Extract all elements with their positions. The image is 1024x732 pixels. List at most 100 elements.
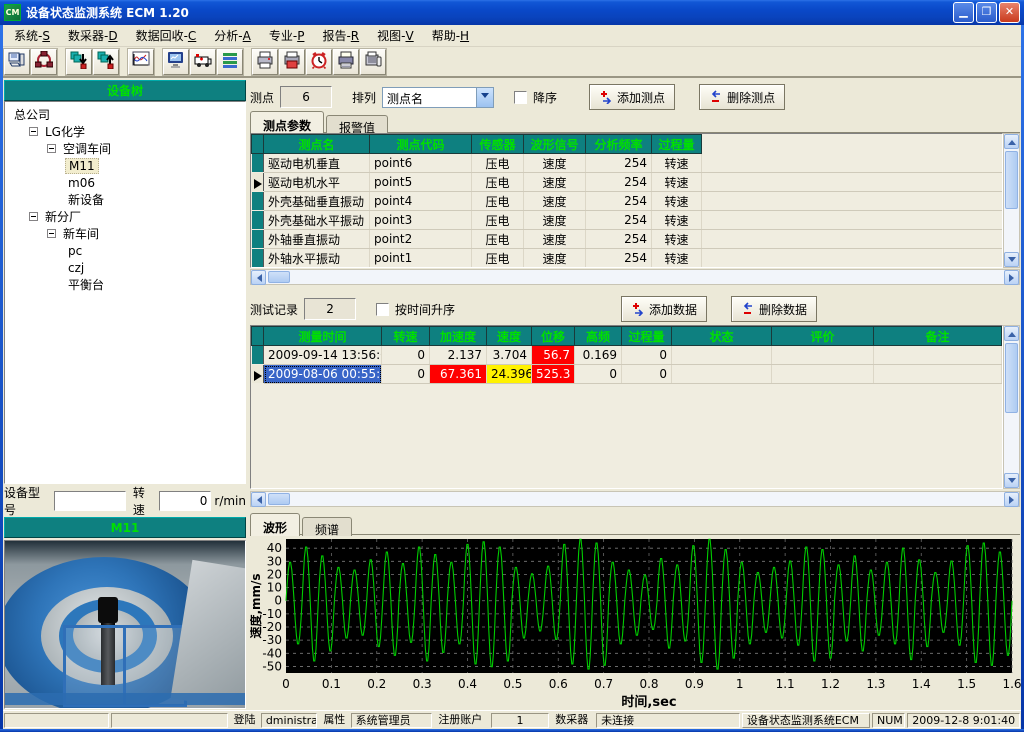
scroll-down-button[interactable] bbox=[1004, 473, 1019, 488]
row-selector[interactable] bbox=[252, 365, 264, 384]
tree-node-新设备[interactable]: 新设备 bbox=[7, 191, 243, 208]
table-row[interactable]: 驱动电机水平point5压电速度254转速 bbox=[252, 173, 1003, 192]
column-header[interactable]: 过程量 bbox=[622, 327, 672, 346]
scroll-left-button[interactable] bbox=[251, 270, 266, 285]
device-model-input[interactable] bbox=[54, 491, 126, 511]
add-data-button[interactable]: 添加数据 bbox=[621, 296, 707, 322]
point-table[interactable]: 测点名测点代码传感器波形信号分析频率过程量驱动电机垂直point6压电速度254… bbox=[250, 133, 1003, 268]
record-table-hscrollbar[interactable] bbox=[250, 491, 1020, 507]
scroll-up-button[interactable] bbox=[1004, 134, 1019, 149]
column-header[interactable]: 测点名 bbox=[264, 135, 370, 154]
tree-node-label[interactable]: 新车间 bbox=[60, 225, 102, 242]
tree-node-label[interactable]: 空调车间 bbox=[60, 140, 114, 157]
menu-item[interactable]: 分析-A bbox=[206, 25, 259, 46]
scroll-left-button[interactable] bbox=[251, 492, 266, 507]
column-header[interactable]: 波形信号 bbox=[524, 135, 586, 154]
monitor-chart-button[interactable] bbox=[163, 49, 189, 75]
print-report-button[interactable] bbox=[333, 49, 359, 75]
scroll-thumb[interactable] bbox=[268, 271, 290, 283]
tree-node-新分厂[interactable]: 新分厂 bbox=[7, 208, 243, 225]
combobox-dropdown-button[interactable] bbox=[476, 88, 493, 107]
row-selector[interactable] bbox=[252, 173, 264, 192]
tree-node-label[interactable]: 新分厂 bbox=[42, 208, 84, 225]
sort-combobox[interactable]: 测点名 bbox=[382, 87, 494, 108]
menu-item[interactable]: 视图-V bbox=[369, 25, 422, 46]
tree-node-label[interactable]: 平衡台 bbox=[65, 276, 107, 293]
speed-input[interactable] bbox=[159, 491, 211, 511]
table-row[interactable]: 2009-09-14 13:56:0202.1373.70456.70.1690 bbox=[252, 346, 1002, 365]
row-selector[interactable] bbox=[252, 346, 264, 365]
tree-expand-icon[interactable] bbox=[29, 127, 38, 136]
tree-expand-icon[interactable] bbox=[47, 144, 56, 153]
descending-checkbox[interactable] bbox=[514, 91, 527, 104]
column-header[interactable]: 评价 bbox=[772, 327, 874, 346]
scroll-right-button[interactable] bbox=[1004, 270, 1019, 285]
tree-expand-icon[interactable] bbox=[29, 212, 38, 221]
tree-node-总公司[interactable]: 总公司 bbox=[7, 106, 243, 123]
restore-button[interactable]: ❐ bbox=[976, 2, 997, 23]
add-point-button[interactable]: 添加测点 bbox=[589, 84, 675, 110]
workstation-button[interactable] bbox=[4, 49, 30, 75]
scroll-thumb[interactable] bbox=[268, 493, 290, 505]
tree-node-label[interactable]: czj bbox=[65, 261, 87, 275]
column-header[interactable]: 测量时间 bbox=[264, 327, 382, 346]
tree-node-平衡台[interactable]: 平衡台 bbox=[7, 276, 243, 293]
point-table-hscrollbar[interactable] bbox=[250, 269, 1020, 285]
menu-item[interactable]: 系统-S bbox=[6, 25, 58, 46]
upload-data-button[interactable] bbox=[93, 49, 119, 75]
tree-node-label[interactable]: pc bbox=[65, 244, 85, 258]
menu-item[interactable]: 数据回收-C bbox=[128, 25, 205, 46]
record-table-vscrollbar[interactable] bbox=[1003, 325, 1020, 489]
tree-node-label[interactable]: LG化学 bbox=[42, 123, 88, 140]
row-selector[interactable] bbox=[252, 192, 264, 211]
column-header[interactable]: 速度 bbox=[487, 327, 532, 346]
tree-node-pc[interactable]: pc bbox=[7, 242, 243, 259]
row-selector[interactable] bbox=[252, 230, 264, 249]
table-row[interactable]: 外轴垂直振动point2压电速度254转速 bbox=[252, 230, 1003, 249]
title-bar[interactable]: CM 设备状态监测系统 ECM 1.20 ▁ ❐ ✕ bbox=[0, 0, 1024, 25]
column-header[interactable]: 分析频率 bbox=[586, 135, 652, 154]
tree-node-M11[interactable]: M11 bbox=[7, 157, 243, 174]
tree-node-label[interactable]: M11 bbox=[65, 158, 99, 174]
row-selector[interactable] bbox=[252, 249, 264, 268]
tree-node-label[interactable]: 总公司 bbox=[11, 106, 53, 123]
record-table[interactable]: 测量时间转速加速度速度位移高频过程量状态评价备注2009-09-14 13:56… bbox=[250, 325, 1003, 489]
alarm-car-button[interactable] bbox=[190, 49, 216, 75]
table-row[interactable]: 外壳基础水平振动point3压电速度254转速 bbox=[252, 211, 1003, 230]
column-header[interactable]: 加速度 bbox=[430, 327, 487, 346]
ascending-checkbox[interactable] bbox=[376, 303, 389, 316]
close-button[interactable]: ✕ bbox=[999, 2, 1020, 23]
alarm-clock-button[interactable] bbox=[306, 49, 332, 75]
tree-node-m06[interactable]: m06 bbox=[7, 174, 243, 191]
print-button[interactable] bbox=[252, 49, 278, 75]
print-fax-button[interactable] bbox=[360, 49, 386, 75]
waveform-chart-button[interactable] bbox=[128, 49, 154, 75]
delete-data-button[interactable]: 删除数据 bbox=[731, 296, 817, 322]
scroll-thumb[interactable] bbox=[1005, 151, 1018, 209]
tree-expand-icon[interactable] bbox=[47, 229, 56, 238]
chart-tab-波形[interactable]: 波形 bbox=[250, 513, 300, 538]
menu-item[interactable]: 专业-P bbox=[261, 25, 313, 46]
scroll-thumb[interactable] bbox=[1005, 343, 1018, 413]
table-row[interactable]: 驱动电机垂直point6压电速度254转速 bbox=[252, 154, 1003, 173]
column-header[interactable]: 转速 bbox=[382, 327, 430, 346]
column-header[interactable]: 传感器 bbox=[472, 135, 524, 154]
column-header[interactable]: 测点代码 bbox=[370, 135, 472, 154]
tree-node-空调车间[interactable]: 空调车间 bbox=[7, 140, 243, 157]
scroll-up-button[interactable] bbox=[1004, 326, 1019, 341]
scroll-right-button[interactable] bbox=[1004, 492, 1019, 507]
report-list-button[interactable] bbox=[217, 49, 243, 75]
delete-point-button[interactable]: 删除测点 bbox=[699, 84, 785, 110]
tree-node-新车间[interactable]: 新车间 bbox=[7, 225, 243, 242]
device-tree[interactable]: 总公司LG化学空调车间M11 m06新设备新分厂新车间 pc czj平衡台 bbox=[4, 101, 246, 484]
menu-item[interactable]: 帮助-H bbox=[424, 25, 477, 46]
column-header[interactable]: 备注 bbox=[874, 327, 1002, 346]
tree-node-label[interactable]: m06 bbox=[65, 176, 98, 190]
tree-node-LG化学[interactable]: LG化学 bbox=[7, 123, 243, 140]
column-header[interactable]: 状态 bbox=[672, 327, 772, 346]
tree-node-label[interactable]: 新设备 bbox=[65, 191, 107, 208]
tree-node-czj[interactable]: czj bbox=[7, 259, 243, 276]
network-button[interactable] bbox=[31, 49, 57, 75]
print-preview-button[interactable] bbox=[279, 49, 305, 75]
minimize-button[interactable]: ▁ bbox=[953, 2, 974, 23]
